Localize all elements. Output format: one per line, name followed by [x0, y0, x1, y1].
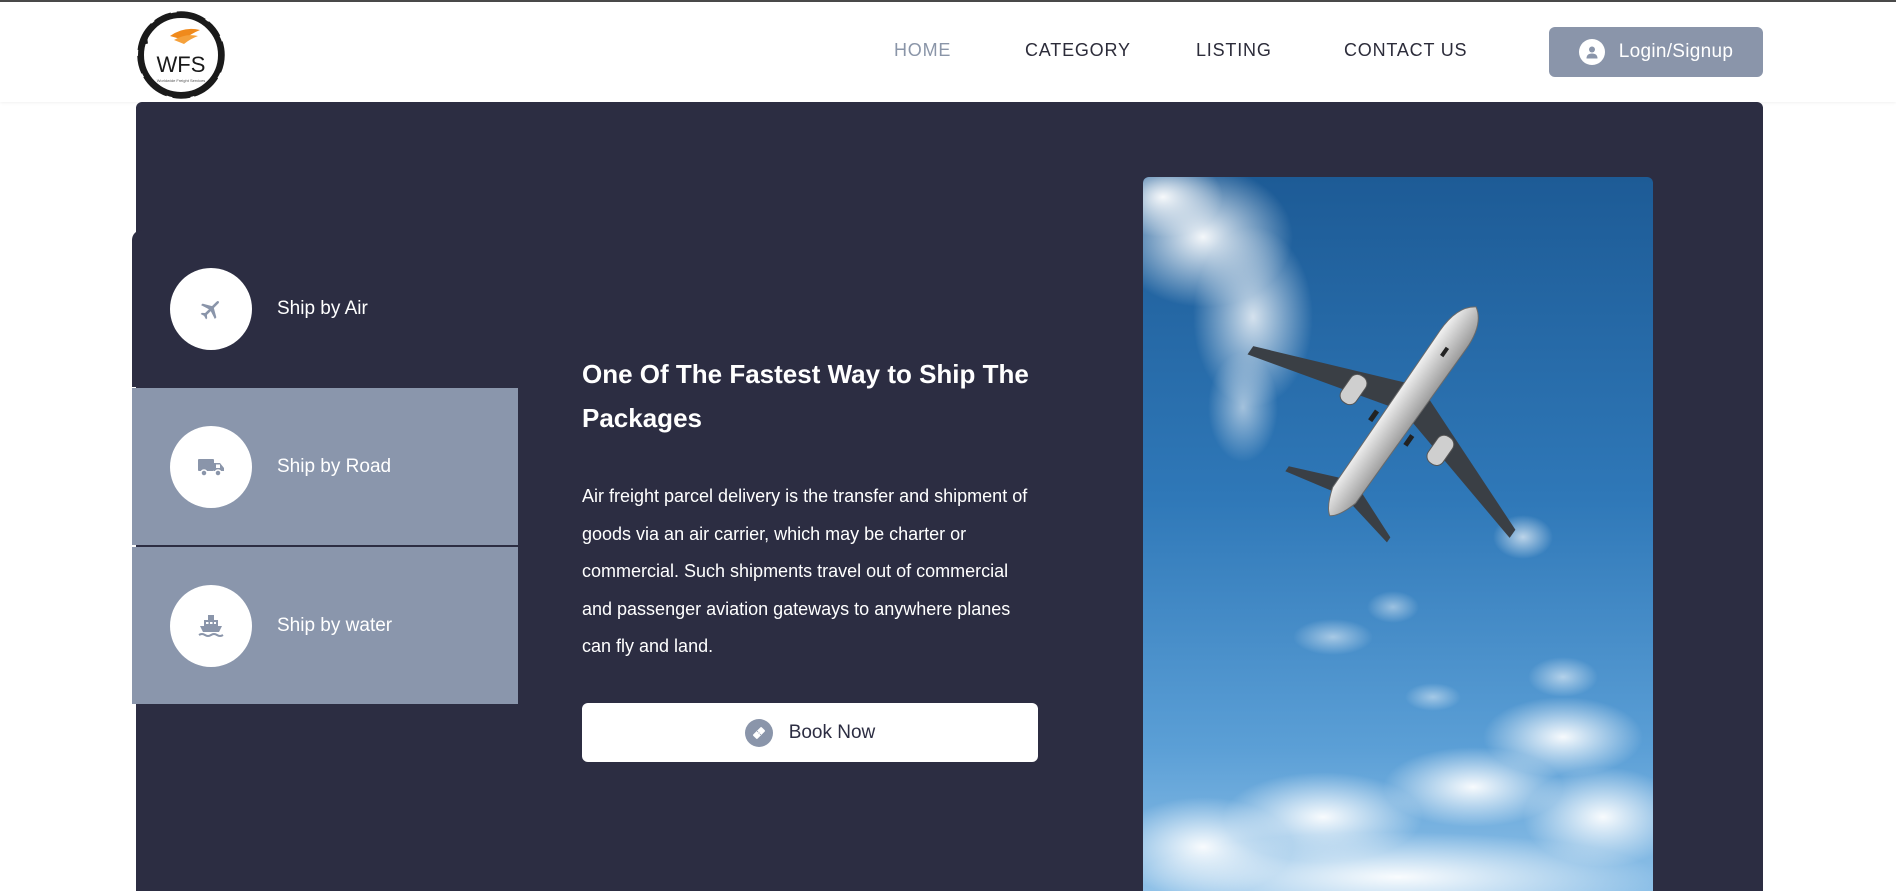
airplane-sky-photo: [1143, 177, 1653, 891]
login-signup-label: Login/Signup: [1618, 41, 1734, 62]
user-icon: [1578, 39, 1605, 65]
tab-label-water: Ship by water: [277, 614, 393, 636]
truck-icon-circle: [170, 425, 252, 508]
airplane-icon-circle: [170, 267, 252, 350]
tab-label-air: Ship by Air: [277, 297, 368, 319]
wfs-logo[interactable]: WFS Worldwide Freight Services: [134, 6, 228, 102]
tab-ship-by-air[interactable]: Ship by Air: [132, 230, 518, 387]
ship-icon: [198, 614, 224, 637]
airplane-icon: [200, 300, 220, 319]
tab-ship-by-water[interactable]: Ship by water: [132, 547, 518, 704]
svg-text:Worldwide Freight Services: Worldwide Freight Services: [157, 78, 206, 83]
truck-icon: [198, 458, 224, 477]
nav-home[interactable]: HOME: [894, 40, 951, 61]
site-header: WFS Worldwide Freight Services HOME CATE…: [0, 2, 1896, 102]
book-now-label: Book Now: [788, 721, 876, 743]
hero-description: Air freight parcel delivery is the trans…: [582, 486, 1028, 656]
nav-category[interactable]: CATEGORY: [1025, 40, 1131, 61]
book-now-button[interactable]: Book Now: [582, 703, 1038, 762]
tab-ship-by-road[interactable]: Ship by Road: [132, 388, 518, 545]
hero-headline: One Of The Fastest Way to Ship The Packa…: [582, 359, 1029, 433]
nav-contact-us[interactable]: CONTACT US: [1344, 40, 1467, 61]
ship-icon-circle: [170, 584, 252, 667]
svg-text:WFS: WFS: [157, 52, 206, 77]
ticket-icon: [744, 718, 773, 747]
tab-label-road: Ship by Road: [277, 455, 392, 477]
login-signup-button[interactable]: Login/Signup: [1549, 27, 1763, 77]
nav-listing[interactable]: LISTING: [1196, 40, 1272, 61]
